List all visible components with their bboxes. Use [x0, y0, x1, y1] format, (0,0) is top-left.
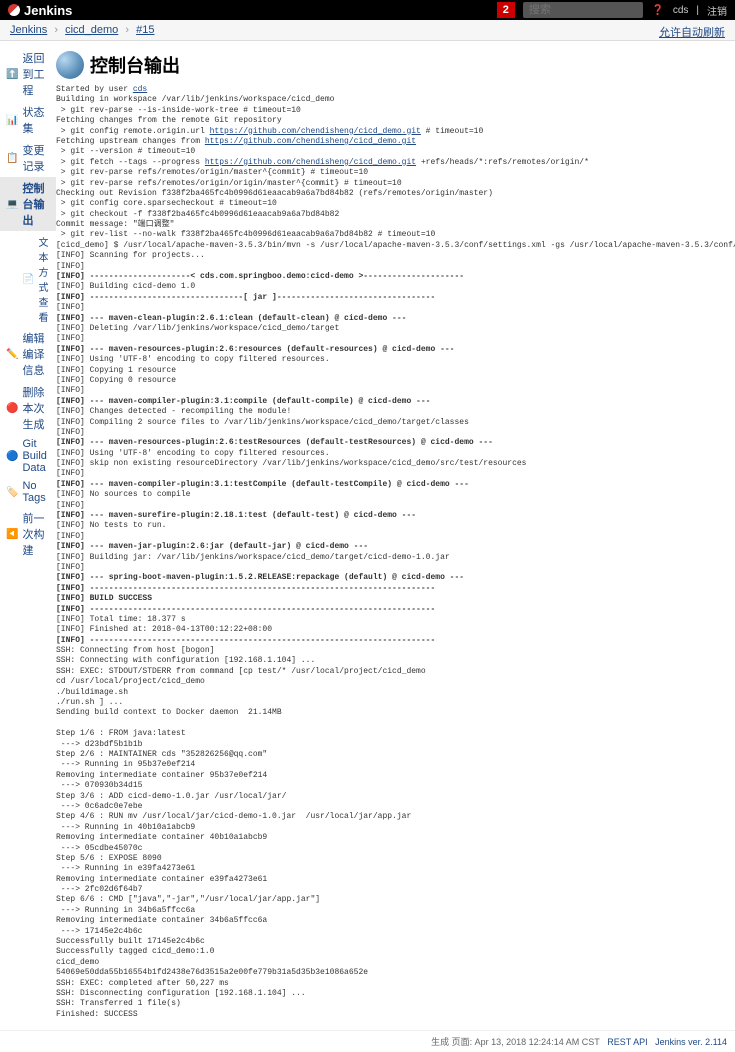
sidebar-icon: 📊	[6, 113, 18, 127]
sidebar-label: No Tags	[22, 480, 50, 504]
console-output: Started by user cds Building in workspac…	[56, 85, 735, 1020]
jenkins-logo-icon	[8, 4, 20, 16]
breadcrumb-item[interactable]: Jenkins	[10, 24, 47, 36]
main-content: 控制台输出 Started by user cds Building in wo…	[56, 41, 735, 1030]
sidebar-item[interactable]: ⬆️ 返回到工程	[0, 47, 56, 101]
sidebar-icon: 📄	[22, 272, 34, 286]
sidebar-item[interactable]: 🔴 删除本次生成	[0, 381, 56, 435]
breadcrumb-item[interactable]: #15	[136, 24, 154, 36]
sidebar-label: 删除本次生成	[22, 384, 50, 432]
logo-area[interactable]: Jenkins	[8, 3, 72, 18]
globe-icon	[56, 51, 84, 79]
sidebar-item[interactable]: 🔵 Git Build Data	[0, 435, 56, 477]
sidebar-item[interactable]: 📊 状态集	[0, 101, 56, 139]
sidebar-item[interactable]: 📋 变更记录	[0, 139, 56, 177]
sidebar-icon: ✏️	[6, 347, 18, 361]
sidebar-icon: ◀️	[6, 527, 18, 541]
sidebar-label: 编辑编译信息	[22, 330, 50, 378]
user-link[interactable]: cds	[673, 5, 689, 16]
sidebar-icon: 💻	[6, 197, 18, 211]
sidebar-label: 变更记录	[22, 142, 50, 174]
sidebar-item[interactable]: 💻 控制台输出	[0, 177, 56, 231]
sidebar-icon: ⬆️	[6, 67, 18, 81]
sidebar-item[interactable]: 📄 文本方式查看	[0, 231, 56, 327]
sidebar-label: 状态集	[22, 104, 50, 136]
sidebar-item[interactable]: ◀️ 前一次构建	[0, 507, 56, 561]
sidebar-icon: 🏷️	[6, 485, 18, 499]
sidebar-label: 返回到工程	[22, 50, 50, 98]
brand-text: Jenkins	[24, 3, 72, 18]
sidebar-item[interactable]: 🏷️ No Tags	[0, 477, 56, 507]
version-link[interactable]: Jenkins ver. 2.114	[655, 1037, 727, 1047]
sidebar-icon: 🔵	[6, 449, 18, 463]
rest-api-link[interactable]: REST API	[607, 1037, 647, 1047]
notification-badge[interactable]: 2	[497, 2, 515, 18]
auto-refresh-link[interactable]: 允许自动刷新	[659, 24, 725, 40]
footer-timestamp: 生成 页面: Apr 13, 2018 12:24:14 AM CST	[431, 1037, 600, 1047]
help-icon[interactable]: ❓	[651, 3, 665, 17]
breadcrumb-item[interactable]: cicd_demo	[65, 24, 118, 36]
sidebar-label: Git Build Data	[22, 438, 50, 474]
sidebar-icon: 📋	[6, 151, 18, 165]
search-input[interactable]	[523, 2, 643, 18]
footer: 生成 页面: Apr 13, 2018 12:24:14 AM CST REST…	[0, 1030, 735, 1052]
sidebar-label: 控制台输出	[22, 180, 50, 228]
sidebar-icon: 🔴	[6, 401, 18, 415]
logout-link[interactable]: 注销	[707, 3, 727, 18]
sidebar-item[interactable]: ✏️ 编辑编译信息	[0, 327, 56, 381]
sidebar-label: 文本方式查看	[38, 234, 50, 324]
sidebar-label: 前一次构建	[22, 510, 50, 558]
header: Jenkins 2 ❓ cds | 注销	[0, 0, 735, 20]
page-title: 控制台输出	[90, 52, 180, 78]
breadcrumb: Jenkins › cicd_demo › #15 允许自动刷新	[0, 20, 735, 41]
sidebar: ⬆️ 返回到工程 📊 状态集 📋 变更记录 💻 控制台输出 📄 文本方式查看 ✏️ 编辑编译信息 🔴 删除…	[0, 41, 56, 1030]
